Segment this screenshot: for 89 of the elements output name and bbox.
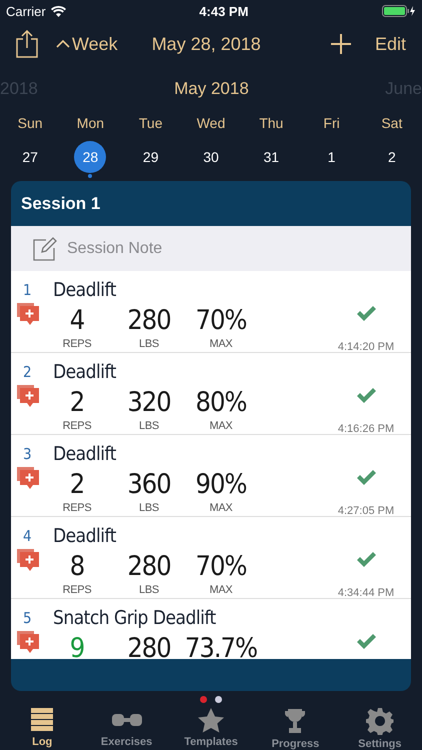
checkmark-icon[interactable] [356,305,376,323]
add-comment-icon[interactable] [17,631,39,655]
add-comment-icon[interactable] [17,549,39,573]
exercise-name[interactable]: Deadlift [41,525,411,547]
wifi-icon [50,6,66,16]
reps-value[interactable]: 8 [70,550,84,584]
edit-button[interactable]: Edit [374,34,406,54]
page-dot[interactable] [200,696,207,703]
month-label: May 2018 [174,79,249,99]
set-number: 1 [22,281,33,301]
page-dot[interactable] [215,696,222,703]
list-icon [29,707,56,733]
weight-value[interactable]: 280 [127,304,171,338]
set-number: 2 [22,363,33,383]
add-comment-icon[interactable] [17,467,39,491]
session-title: Session 1 [21,194,100,214]
percent-unit: MAX [210,338,232,350]
checkmark-icon[interactable] [356,551,376,569]
exercise-name[interactable]: Deadlift [41,361,411,383]
date-button[interactable]: 31 [255,141,288,173]
set-number: 4 [22,527,33,547]
date-button[interactable]: 2 [376,141,408,173]
weight-value[interactable]: 280 [127,550,171,584]
reps-value[interactable]: 9 [70,632,84,659]
reps-value[interactable]: 2 [70,468,84,502]
exercise-name[interactable]: Deadlift [41,443,411,465]
percent-value: 70% [196,304,246,338]
percent-unit: MAX [210,502,232,514]
share-icon[interactable] [16,30,38,58]
weekday-label: Sat [381,115,402,131]
percent-value: 80% [196,386,246,420]
set-number: 5 [22,609,33,629]
weekday-label: Tue [138,115,162,131]
reps-value[interactable]: 4 [70,304,84,338]
date-title: May 28, 2018 [152,34,262,54]
set-time: 4:27:05 PM [338,505,394,517]
exercise-name[interactable]: Snatch Grip Deadlift [41,607,411,629]
trophy-icon [283,707,308,735]
weight-value[interactable]: 360 [127,468,171,502]
settings-icon [366,707,394,735]
percent-unit: MAX [210,584,232,596]
carrier-label: Carrier [6,4,46,18]
weight-unit: LBS [139,338,159,350]
weight-unit: LBS [139,420,159,432]
add-comment-icon[interactable] [17,385,39,409]
weekday-label: Mon [76,115,104,131]
set-number: 3 [22,445,33,465]
tab-bar-item[interactable]: Progress [253,707,338,750]
clock-time: 4:43 PM [199,4,248,18]
reps-unit: REPS [62,338,92,350]
weight-unit: LBS [139,502,159,514]
tab-bar-item[interactable]: Log [0,707,84,750]
reps-value[interactable]: 2 [70,386,84,420]
weight-value[interactable]: 320 [127,386,171,420]
edit-note-icon [33,236,57,260]
star-icon [197,707,226,733]
weekday-label: Wed [196,115,226,131]
week-toggle[interactable]: Week [56,34,118,54]
weekday-label: Sun [18,115,43,131]
add-icon[interactable] [330,34,351,54]
date-button[interactable]: 28 [74,141,106,173]
date-button[interactable]: 27 [14,141,46,173]
checkmark-icon[interactable] [356,633,376,651]
reps-unit: REPS [62,584,92,596]
tab-bar-item[interactable]: Exercises [84,707,169,750]
checkmark-icon[interactable] [356,469,376,487]
set-time: 4:14:20 PM [338,341,394,353]
percent-unit: MAX [210,420,232,432]
date-button[interactable]: 29 [134,141,167,173]
date-button[interactable]: 30 [194,141,227,173]
reps-unit: REPS [62,420,92,432]
add-comment-icon[interactable] [17,303,39,327]
tab-bar-item[interactable]: Templates [168,707,254,750]
weekday-label: Thu [259,115,284,131]
date-button[interactable]: 1 [316,141,348,173]
weight-unit: LBS [139,584,159,596]
reps-unit: REPS [62,502,92,514]
checkmark-icon[interactable] [356,387,376,405]
battery-icon [382,5,416,17]
set-time: 4:34:44 PM [338,587,394,599]
weight-value[interactable]: 280 [127,632,171,659]
percent-value: 90% [196,468,246,502]
percent-value: 73.7% [184,632,258,659]
tab-bar-item[interactable]: Settings [338,707,422,750]
weekday-label: Fri [323,115,340,131]
exercise-name[interactable]: Deadlift [41,279,411,301]
percent-value: 70% [196,550,246,584]
chevron-up-icon [56,39,70,49]
set-time: 4:16:26 PM [338,423,394,435]
